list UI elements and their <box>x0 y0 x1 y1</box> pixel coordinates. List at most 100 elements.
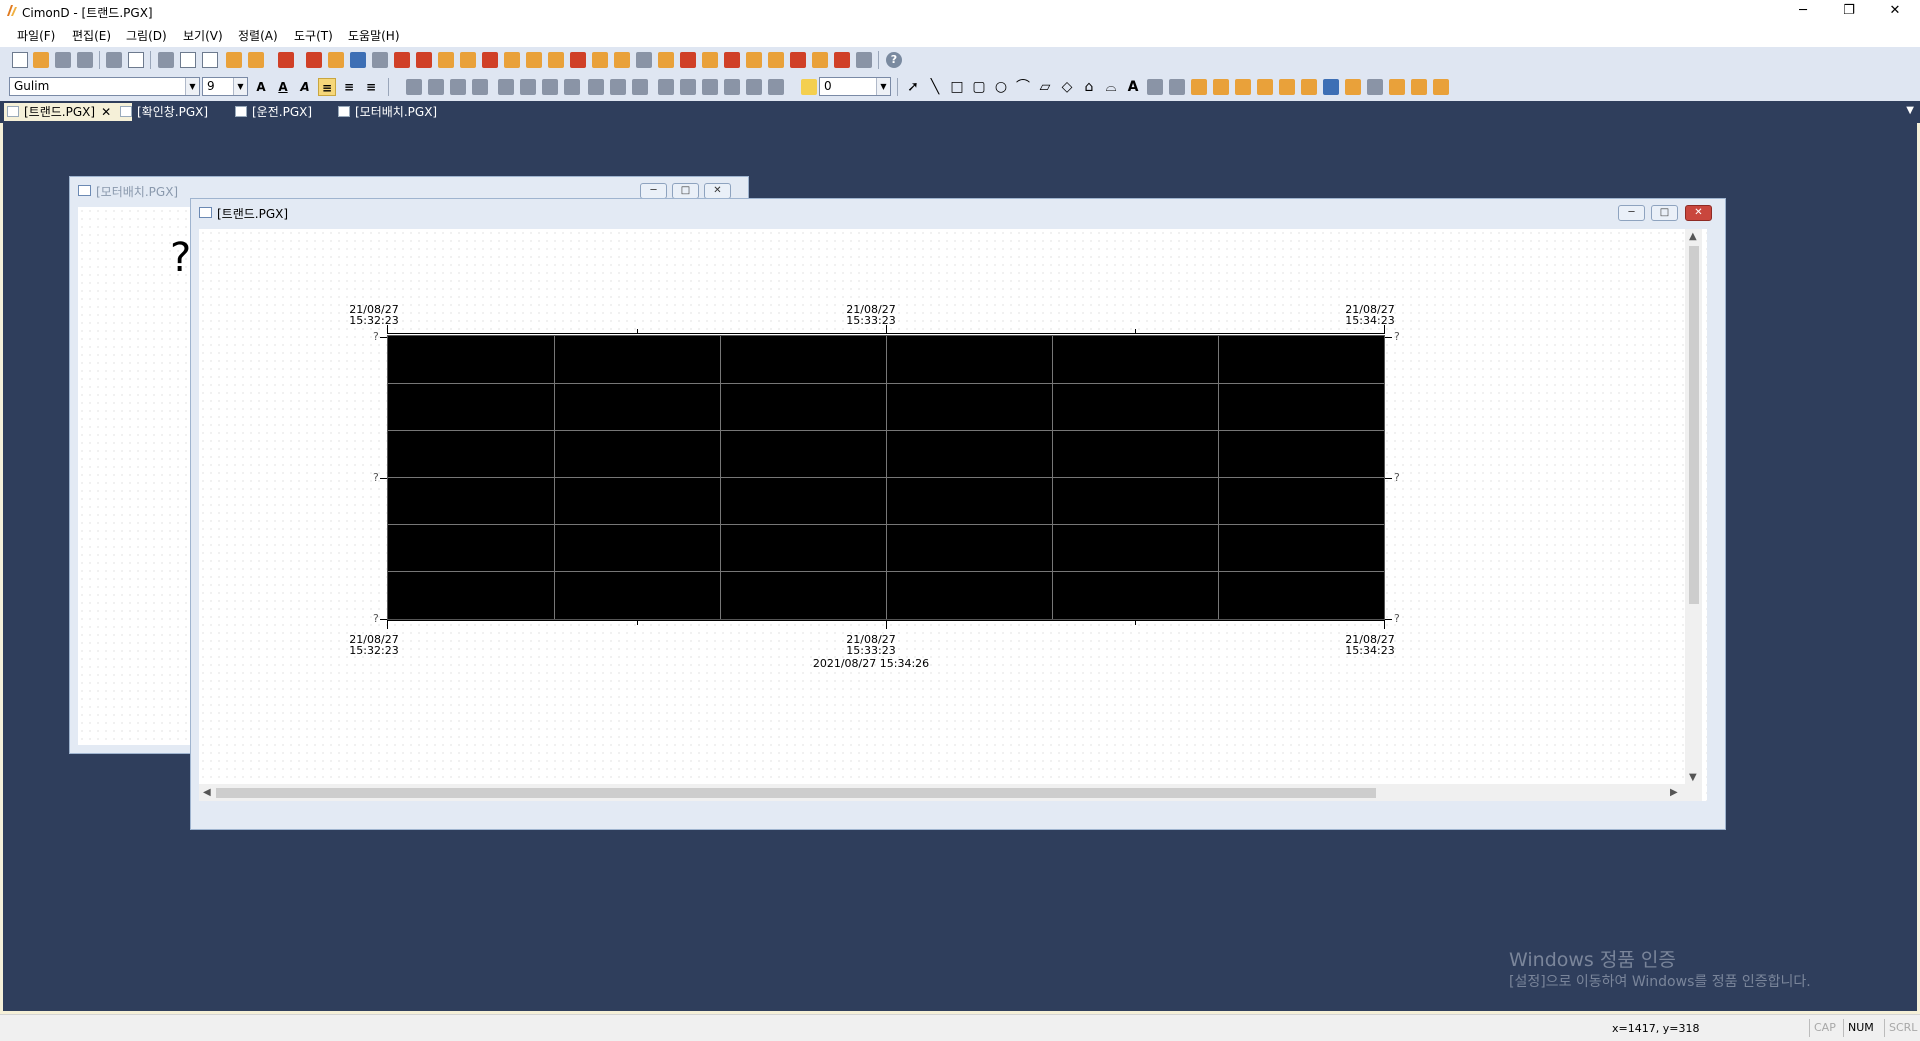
recipe-icon[interactable] <box>526 52 542 68</box>
align-bottom-icon[interactable] <box>564 79 580 95</box>
scroll-right-icon[interactable]: ▶ <box>1670 787 1678 798</box>
underline-button[interactable]: A <box>274 78 292 96</box>
group-icon[interactable] <box>406 79 422 95</box>
menu-file[interactable]: 파일(F) <box>17 27 55 44</box>
report-icon[interactable] <box>482 52 498 68</box>
window-icon[interactable] <box>548 52 564 68</box>
line-tool-icon[interactable]: ╲ <box>927 79 943 95</box>
symbol-icon[interactable] <box>614 52 630 68</box>
tab-confirm[interactable]: [확인창.PGX] <box>117 103 237 121</box>
chevron-down-icon[interactable]: ▼ <box>876 78 890 95</box>
center-horizontal-icon[interactable] <box>588 79 604 95</box>
help-icon[interactable]: ? <box>886 52 902 68</box>
bitmap-tool-icon[interactable] <box>1191 79 1207 95</box>
trend-chart[interactable]: 21/08/27 15:32:23 21/08/27 15:33:23 21/0… <box>334 289 1414 689</box>
ungroup-icon[interactable] <box>428 79 444 95</box>
rounded-rect-tool-icon[interactable]: ▢ <box>971 79 987 95</box>
flip-vertical-icon[interactable] <box>724 79 740 95</box>
vertical-scrollbar[interactable]: ▲ ▼ <box>1685 229 1702 801</box>
delete-icon[interactable] <box>278 52 294 68</box>
polygon-tool-icon[interactable]: ▱ <box>1037 79 1053 95</box>
menu-view[interactable]: 보기(V) <box>183 27 223 44</box>
replace-icon[interactable] <box>248 52 264 68</box>
find-icon[interactable] <box>226 52 242 68</box>
align-left-icon[interactable] <box>498 79 514 95</box>
log-icon[interactable] <box>724 52 740 68</box>
select-pointer-icon[interactable]: ➚ <box>905 79 921 95</box>
polyline-tool-icon[interactable]: ⌂ <box>1081 79 1097 95</box>
network-icon[interactable] <box>372 52 388 68</box>
ellipse-tool-icon[interactable]: ○ <box>993 79 1009 95</box>
font-size-select[interactable]: 9 ▼ <box>202 77 248 96</box>
minimize-button[interactable]: ─ <box>1780 0 1826 22</box>
schedule-icon[interactable] <box>768 52 784 68</box>
database-icon[interactable] <box>460 52 476 68</box>
grid-icon[interactable] <box>801 79 817 95</box>
table-tool-icon[interactable] <box>1301 79 1317 95</box>
tab-operation[interactable]: [운전.PGX] <box>232 103 342 121</box>
plc-icon[interactable] <box>394 52 410 68</box>
horizontal-scrollbar[interactable]: ◀ ▶ <box>199 784 1685 801</box>
bar-graph-tool-icon[interactable] <box>1257 79 1273 95</box>
tab-motor-layout[interactable]: [모터배치.PGX] <box>335 103 465 121</box>
bold-button[interactable]: A <box>252 78 270 96</box>
chevron-down-icon[interactable]: ▼ <box>185 78 199 95</box>
cut-icon[interactable] <box>158 52 174 68</box>
close-button[interactable]: ✕ <box>1872 0 1918 22</box>
event-icon[interactable] <box>702 52 718 68</box>
arc-tool-icon[interactable]: ⌒ <box>1015 79 1031 95</box>
close-icon[interactable]: ✕ <box>101 105 111 119</box>
display-tool-icon[interactable] <box>1323 79 1339 95</box>
picture-tool-icon[interactable] <box>1433 79 1449 95</box>
trend-canvas[interactable]: 21/08/27 15:32:23 21/08/27 15:33:23 21/0… <box>199 229 1707 801</box>
tab-trend[interactable]: [트랜드.PGX] ✕ <box>4 103 132 121</box>
ocx-tool-icon[interactable] <box>1411 79 1427 95</box>
flip-horizontal-icon[interactable] <box>702 79 718 95</box>
print-icon[interactable] <box>106 52 122 68</box>
alarm-icon[interactable] <box>416 52 432 68</box>
image-icon[interactable] <box>812 52 828 68</box>
timer-icon[interactable] <box>746 52 762 68</box>
open-file-icon[interactable] <box>33 52 49 68</box>
lamp-tool-icon[interactable] <box>1235 79 1251 95</box>
scroll-down-icon[interactable]: ▼ <box>1689 772 1697 783</box>
tools-icon[interactable] <box>306 52 322 68</box>
security-icon[interactable] <box>680 52 696 68</box>
pipe-tool-icon[interactable] <box>1367 79 1383 95</box>
line-width-select[interactable]: 0 ▼ <box>819 77 891 96</box>
trend-icon[interactable] <box>504 52 520 68</box>
vertical-scroll-thumb[interactable] <box>1689 246 1699 604</box>
menu-edit[interactable]: 편집(E) <box>72 27 111 44</box>
align-center-button[interactable]: ≡ <box>340 78 358 96</box>
chevron-down-icon[interactable]: ▼ <box>1906 105 1914 116</box>
paste-icon[interactable] <box>202 52 218 68</box>
rotate-icon[interactable] <box>746 79 762 95</box>
pie-tool-icon[interactable]: ◇ <box>1059 79 1075 95</box>
settings-icon[interactable] <box>856 52 872 68</box>
menu-tools[interactable]: 도구(T) <box>294 27 333 44</box>
font-name-select[interactable]: Gulim ▼ <box>9 77 200 96</box>
switch-tool-icon[interactable] <box>1213 79 1229 95</box>
library-icon[interactable] <box>636 52 652 68</box>
menu-align[interactable]: 정렬(A) <box>238 27 278 44</box>
italic-button[interactable]: A <box>296 78 314 96</box>
chevron-down-icon[interactable]: ▼ <box>233 78 247 95</box>
same-width-icon[interactable] <box>658 79 674 95</box>
script-icon[interactable] <box>438 52 454 68</box>
new-file-icon[interactable] <box>12 52 28 68</box>
menu-draw[interactable]: 그림(D) <box>126 27 167 44</box>
restore-button[interactable]: ❐ <box>1826 0 1872 22</box>
close-button[interactable]: ✕ <box>704 183 731 199</box>
align-right-button[interactable]: ≡ <box>362 78 380 96</box>
user-icon[interactable] <box>658 52 674 68</box>
object-icon[interactable] <box>592 52 608 68</box>
grid-tool-icon[interactable] <box>1345 79 1361 95</box>
maximize-button[interactable]: □ <box>672 183 699 199</box>
send-back-icon[interactable] <box>472 79 488 95</box>
resize-icon[interactable] <box>768 79 784 95</box>
center-vertical-icon[interactable] <box>610 79 626 95</box>
same-height-icon[interactable] <box>680 79 696 95</box>
horizontal-scroll-thumb[interactable] <box>216 788 1376 798</box>
bring-front-icon[interactable] <box>450 79 466 95</box>
report-tool-icon[interactable] <box>1389 79 1405 95</box>
